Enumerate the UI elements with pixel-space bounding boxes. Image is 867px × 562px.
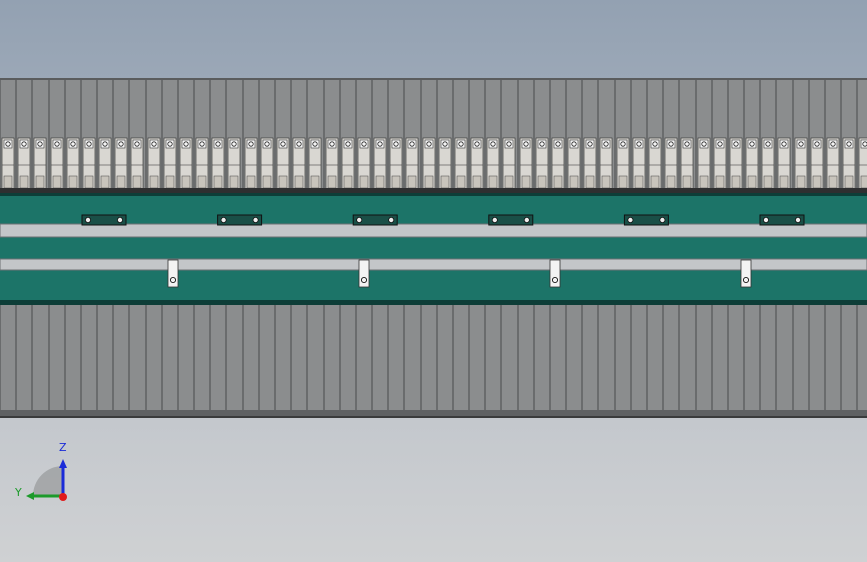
rail-clip (358, 259, 370, 288)
lower-fin-bottom-line (0, 416, 867, 418)
rail-bracket (217, 214, 263, 226)
graphics-viewport[interactable]: Z Y (0, 0, 867, 562)
conveyor-band (0, 193, 867, 305)
orientation-triad: Z Y (10, 440, 80, 510)
lower-fin-bank (0, 305, 867, 418)
rail-bracket (81, 214, 127, 226)
y-axis-label: Y (15, 486, 22, 499)
upper-fin-top-edge (0, 78, 867, 80)
upper-fin-bottom-edge (0, 188, 867, 193)
rail-bracket (488, 214, 534, 226)
rail-bracket (623, 214, 669, 226)
lower-fin-bank-body (0, 305, 867, 418)
lower-guide-rail (0, 258, 867, 271)
triad-axes-icon (26, 459, 67, 501)
rail-clip (167, 259, 179, 288)
conveyor-assembly-model[interactable] (0, 0, 867, 562)
z-axis-label: Z (59, 441, 67, 454)
rail-bracket (759, 214, 805, 226)
conveyor-top-edge (0, 193, 867, 196)
rail-clip (549, 259, 561, 288)
upper-fin-bank (0, 78, 867, 193)
conveyor-bottom-edge (0, 300, 867, 305)
upper-guide-rail (0, 223, 867, 238)
conveyor-body (0, 193, 867, 305)
rail-bracket (352, 214, 398, 226)
rail-clip (740, 259, 752, 288)
